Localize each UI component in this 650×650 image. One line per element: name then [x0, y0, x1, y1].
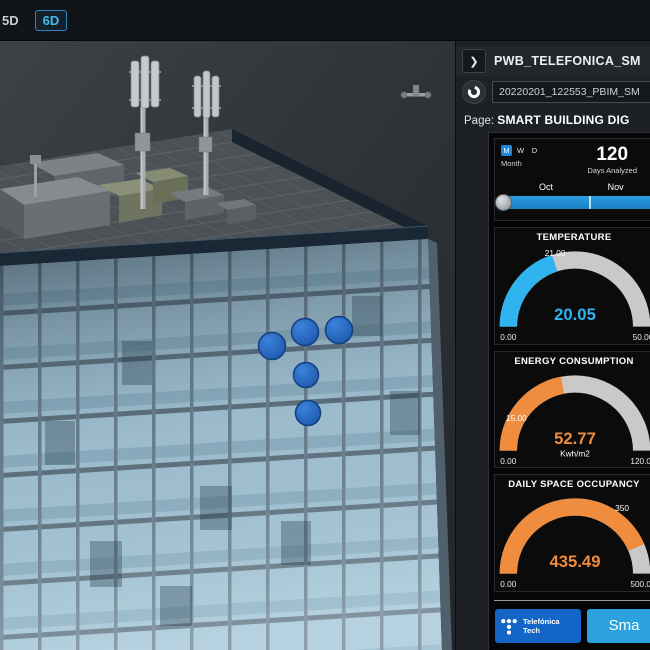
gauge-value: 52.77 [554, 429, 596, 448]
app-window: 5D 6D ❯ PWB_TELEFONICA_SM 20220201_12255… [0, 0, 650, 650]
collapse-panel-button[interactable]: ❯ [462, 49, 486, 73]
smart-building-dashboard: M W D Month 120 Days Analyzed Oct Nov TE… [488, 132, 650, 650]
period-widget: M W D Month 120 Days Analyzed Oct Nov [494, 138, 650, 221]
gauge-tick-label: 21.00 [545, 249, 566, 258]
project-title: PWB_TELEFONICA_SM [494, 54, 641, 68]
tab-6d[interactable]: 6D [34, 9, 68, 31]
pie-icon [467, 85, 481, 99]
page-row: Page: SMART BUILDING DIG [456, 108, 650, 132]
gauge-value: 20.05 [554, 305, 596, 324]
dashboard-report-icon[interactable] [462, 80, 486, 104]
3d-viewport[interactable] [0, 41, 455, 650]
gauge-min: 0.00 [500, 580, 516, 589]
gauge-title: ENERGY CONSUMPTION [514, 355, 634, 367]
gauge-title: DAILY SPACE OCCUPANCY [508, 479, 640, 491]
timeline-month-divider [588, 196, 591, 209]
gauge-value: 435.49 [550, 552, 601, 571]
gauge-min: 0.00 [500, 457, 516, 466]
gauge-min: 0.00 [500, 333, 516, 342]
model-file-select[interactable]: 20220201_122553_PBIM_SM [492, 81, 650, 103]
days-analyzed-label: Days Analyzed [587, 166, 637, 175]
top-toolbar: 5D 6D [0, 0, 650, 41]
gauge-chart: 21.00 20.05 0.00 50.00 [499, 249, 650, 342]
page-label: Page: [464, 115, 495, 127]
dashboard-footer: Telefónica Tech Sma [494, 599, 650, 650]
panel-header: ❯ PWB_TELEFONICA_SM [456, 46, 650, 76]
gauge-chart: 350 435.49 0.00 500.00 [499, 498, 650, 589]
gauge-max: 500.00 [630, 580, 650, 589]
smart-action-button[interactable]: Sma [587, 608, 650, 643]
gauge-max: 50.00 [633, 333, 650, 342]
gauge-tick-label: 350 [615, 504, 629, 513]
period-day-button[interactable]: D [529, 145, 540, 156]
telefonica-logo-icon [501, 618, 517, 635]
period-mode-label: Month [501, 159, 522, 168]
period-week-button[interactable]: W [515, 145, 526, 156]
page-name: SMART BUILDING DIG [497, 113, 630, 127]
timeline-end-label: Nov [607, 182, 624, 192]
timeline-bar[interactable] [499, 196, 650, 209]
gauge-max: 120.00 [630, 457, 650, 466]
period-mode-buttons: M W D [501, 145, 540, 156]
gauge-title: TEMPERATURE [536, 232, 612, 243]
building-facade[interactable] [0, 239, 452, 650]
gauge-unit: Kwh/m2 [560, 449, 590, 458]
telefonica-tech-brand-button[interactable]: Telefónica Tech [495, 608, 581, 643]
timeline-slider-handle[interactable] [495, 194, 512, 211]
gauge-temperature: TEMPERATURE 21.00 20.05 0.00 50.00 [494, 227, 650, 345]
building-model-canvas[interactable] [0, 41, 455, 650]
tab-5d[interactable]: 5D [2, 13, 19, 28]
gauge-energy-consumption: ENERGY CONSUMPTION 15.00 52.77 Kwh/m2 0.… [494, 350, 650, 469]
model-selector-row: 20220201_122553_PBIM_SM [456, 76, 650, 108]
properties-panel: ❯ PWB_TELEFONICA_SM 20220201_122553_PBIM… [455, 41, 650, 650]
days-analyzed-value: 120 [596, 144, 629, 165]
brand-label: Telefónica Tech [523, 616, 560, 635]
gauge-chart: 15.00 52.77 Kwh/m2 0.00 120.00 [499, 375, 650, 466]
gauge-daily-space-occupancy: DAILY SPACE OCCUPANCY 350 435.49 0.00 50… [494, 474, 650, 592]
timeline-start-label: Oct [538, 182, 553, 192]
date-range-slider[interactable]: Oct Nov [495, 182, 650, 212]
period-month-button[interactable]: M [501, 145, 512, 156]
gauge-tick-label: 15.00 [506, 414, 527, 423]
